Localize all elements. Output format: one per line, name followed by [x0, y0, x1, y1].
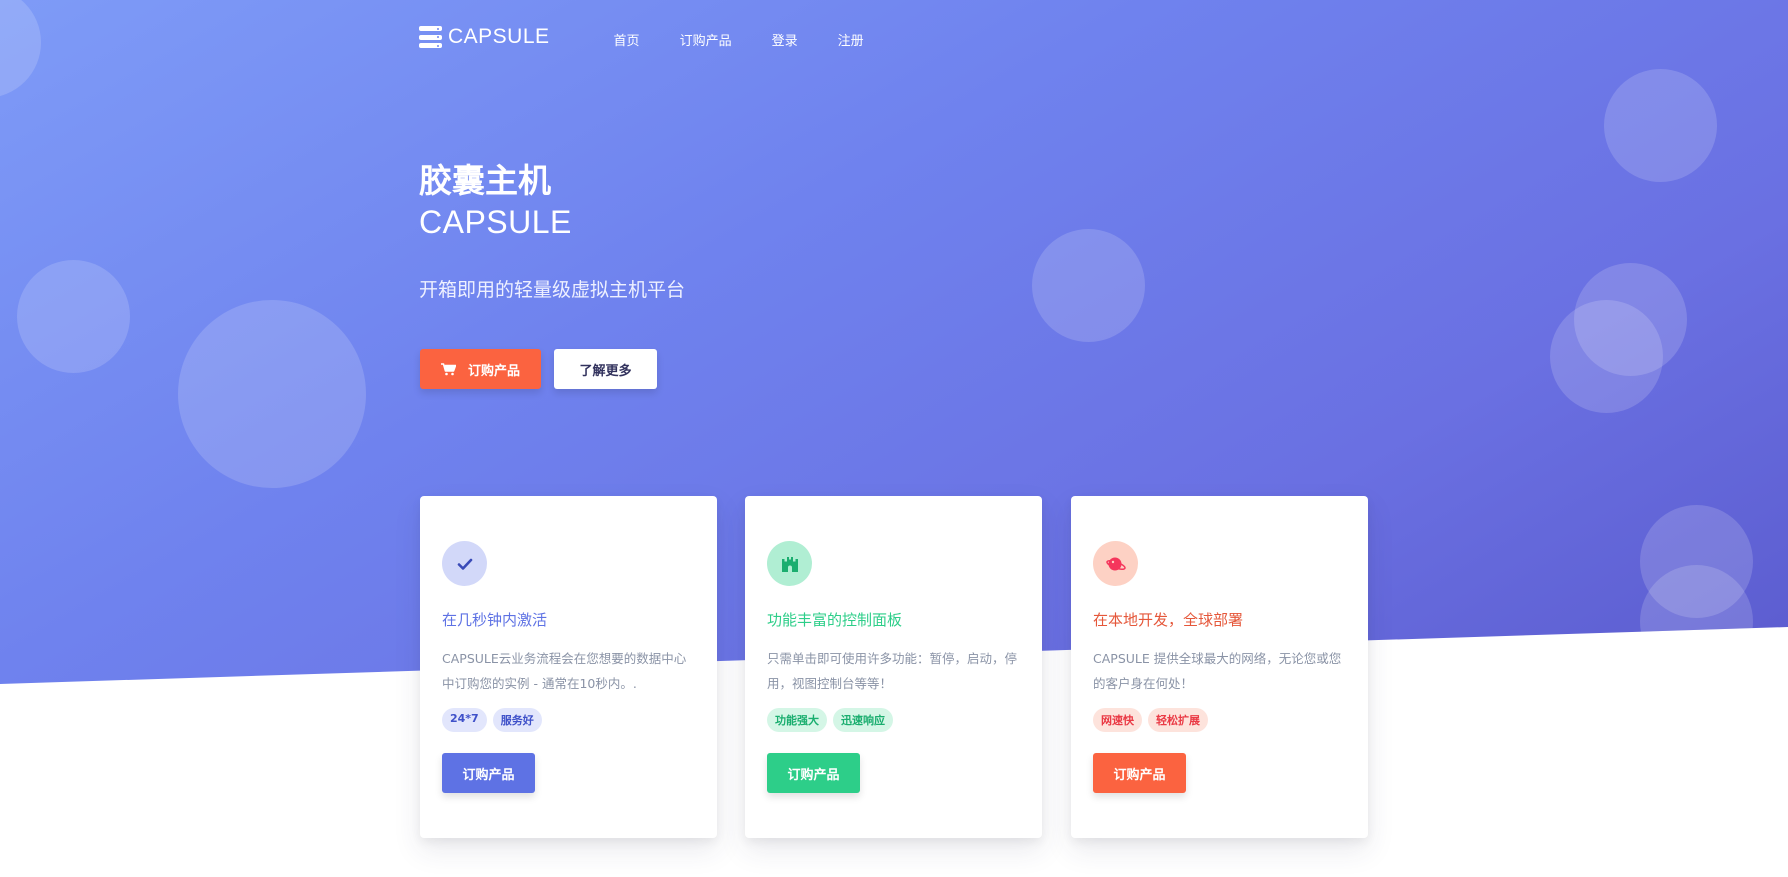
card-description: 只需单击即可使用许多功能：暂停，启动，停用，视图控制台等等！ [767, 651, 1018, 691]
badge-group: 网速快 轻松扩展 [1093, 708, 1214, 732]
decorative-bubble [0, 0, 41, 98]
order-product-label: 订购产品 [467, 363, 520, 379]
nav-item-login[interactable]: 登录 [772, 30, 798, 49]
badge: 服务好 [492, 708, 542, 732]
card-order-button[interactable]: 订购产品 [767, 753, 860, 793]
nav-item-order[interactable]: 订购产品 [680, 30, 732, 49]
nav-item-register[interactable]: 注册 [838, 30, 864, 49]
decorative-bubble [1550, 300, 1663, 413]
feature-card-control-panel: 功能丰富的控制面板 只需单击即可使用许多功能：暂停，启动，停用，视图控制台等等！… [745, 496, 1042, 838]
brand-logo[interactable]: CAPSULE [419, 25, 550, 49]
icon-badge [767, 541, 812, 586]
card-title: 功能丰富的控制面板 [767, 611, 903, 629]
feature-card-activation: 在几秒钟内激活 CAPSULE云业务流程会在您想要的数据中心中订购您的实例 - … [420, 496, 717, 838]
nav-menu: 首页 订购产品 登录 注册 [614, 30, 904, 49]
decorative-bubble [1032, 229, 1145, 342]
nav-item-home[interactable]: 首页 [614, 30, 640, 49]
brand-name: CAPSULE [448, 25, 550, 48]
planet-icon [1105, 557, 1126, 570]
hero-subtitle: CAPSULE [419, 204, 572, 240]
top-navbar: CAPSULE 首页 订购产品 登录 注册 [419, 22, 904, 52]
cart-icon [440, 362, 456, 375]
badge: 功能强大 [767, 708, 827, 732]
feature-card-global-deploy: 在本地开发，全球部署 CAPSULE 提供全球最大的网络，无论您或您的客户身在何… [1071, 496, 1368, 838]
decorative-bubble [1640, 565, 1753, 678]
decorative-bubble [1604, 69, 1717, 182]
hero-title: 胶囊主机 [419, 161, 551, 200]
decorative-bubble [178, 300, 366, 488]
order-product-button[interactable]: 订购产品 [420, 349, 541, 389]
learn-more-button[interactable]: 了解更多 [554, 349, 657, 389]
card-order-button[interactable]: 订购产品 [1093, 753, 1186, 793]
badge: 24*7 [442, 708, 487, 732]
badge: 网速快 [1093, 708, 1142, 732]
icon-badge [1093, 541, 1138, 586]
badge-group: 功能强大 迅速响应 [767, 708, 899, 732]
card-title: 在几秒钟内激活 [442, 611, 548, 629]
hero-description: 开箱即用的轻量级虚拟主机平台 [419, 279, 686, 301]
badge: 迅速响应 [833, 708, 893, 732]
check-icon [457, 558, 472, 570]
card-description: CAPSULE 提供全球最大的网络，无论您或您的客户身在何处！ [1093, 651, 1342, 691]
castle-icon [781, 556, 798, 572]
badge-group: 24*7 服务好 [442, 708, 548, 732]
decorative-bubble [17, 260, 130, 373]
icon-badge [442, 541, 487, 586]
card-title: 在本地开发，全球部署 [1093, 611, 1244, 629]
badge: 轻松扩展 [1148, 708, 1208, 732]
card-description: CAPSULE云业务流程会在您想要的数据中心中订购您的实例 - 通常在10秒内。… [442, 651, 687, 691]
server-icon [419, 26, 442, 48]
card-order-button[interactable]: 订购产品 [442, 753, 535, 793]
